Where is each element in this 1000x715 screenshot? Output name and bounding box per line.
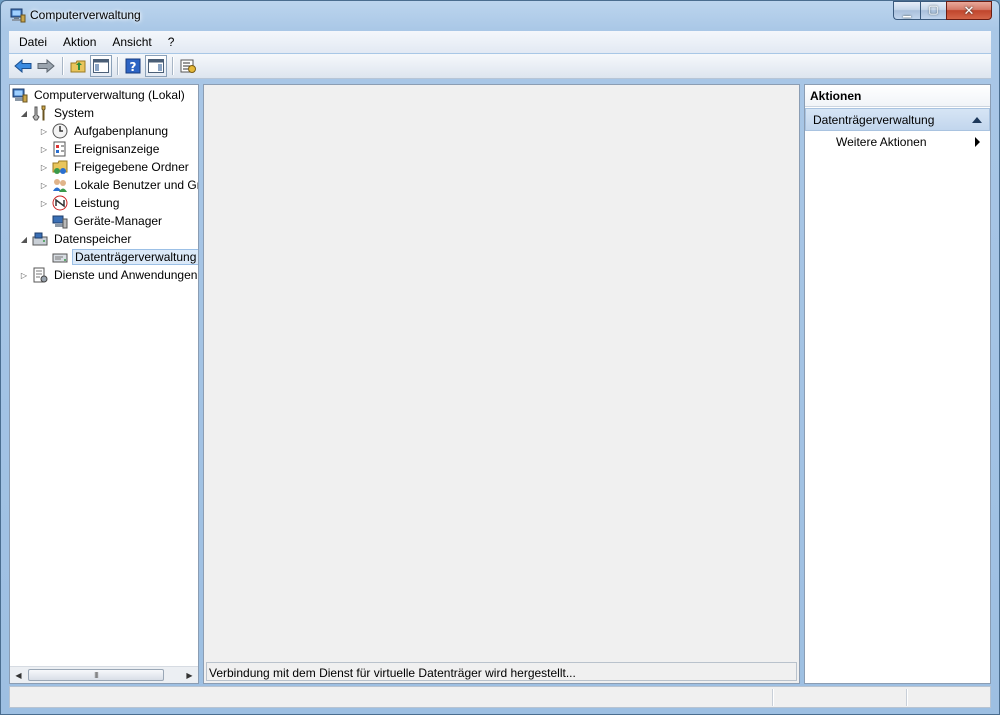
submenu-arrow-icon	[975, 137, 980, 147]
scrollbar-thumb[interactable]: III	[28, 669, 164, 681]
back-arrow-icon	[14, 59, 32, 73]
tree-node-lokale-benutzer[interactable]: ▷ Lokale Benutzer und Gruppen	[38, 176, 198, 194]
tree-node-label: Lokale Benutzer und Gruppen	[74, 178, 198, 192]
actions-header: Aktionen	[805, 85, 990, 107]
menu-bar: Datei Aktion Ansicht ?	[9, 31, 991, 53]
close-button[interactable]: ✕	[946, 1, 992, 20]
tree-node-geraete-manager[interactable]: Geräte-Manager	[52, 212, 164, 230]
collapse-icon[interactable]: ◢	[18, 107, 30, 119]
horizontal-scrollbar[interactable]: ◀ III ▶	[10, 666, 198, 683]
collapse-up-icon	[972, 116, 982, 123]
tree-node-aufgabenplanung[interactable]: ▷ Aufgabenplanung	[38, 122, 170, 140]
device-manager-icon	[52, 215, 68, 229]
expand-icon[interactable]: ▷	[38, 161, 50, 173]
disk-management-icon	[52, 253, 68, 263]
tree-node-root[interactable]: Computerverwaltung (Lokal)	[12, 86, 187, 104]
tree-node-label: Dienste und Anwendungen	[54, 268, 198, 282]
show-hide-console-tree-icon	[93, 59, 109, 73]
tree-node-datenspeicher[interactable]: ◢ Datenspeicher	[18, 230, 133, 248]
forward-button[interactable]	[35, 55, 57, 77]
tree-node-freigegebene-ordner[interactable]: ▷ Freigegebene Ordner	[38, 158, 191, 176]
system-tools-icon	[32, 105, 46, 121]
expand-icon[interactable]: ▷	[38, 125, 50, 137]
console-tree-toggle-button[interactable]	[90, 55, 112, 77]
tree-node-label: Freigegebene Ordner	[74, 160, 189, 174]
tree-node-label: Geräte-Manager	[74, 214, 163, 228]
actions-pane: Aktionen Datenträgerverwaltung Weitere A…	[804, 84, 991, 684]
users-icon	[53, 179, 67, 192]
forward-arrow-icon	[37, 59, 55, 73]
expand-icon[interactable]: ▷	[38, 179, 50, 191]
help-icon: ?	[125, 58, 141, 74]
scroll-left-button[interactable]: ◀	[10, 667, 27, 683]
window-title: Computerverwaltung	[30, 8, 141, 22]
menu-aktion[interactable]: Aktion	[55, 33, 104, 51]
tree-node-label: Aufgabenplanung	[74, 124, 169, 138]
shared-folder-icon	[52, 160, 68, 174]
up-folder-icon	[70, 60, 86, 73]
grip-icon: III	[94, 670, 99, 680]
help-button[interactable]: ?	[122, 55, 144, 77]
svg-text:?: ?	[130, 60, 137, 74]
menu-datei[interactable]: Datei	[11, 33, 55, 51]
tree-node-label: Computerverwaltung (Lokal)	[34, 88, 185, 102]
status-bar	[9, 686, 991, 708]
performance-icon	[52, 195, 68, 211]
tree-node-label: Datenspeicher	[54, 232, 132, 246]
expand-icon[interactable]: ▷	[18, 269, 30, 281]
collapse-icon[interactable]: ◢	[18, 233, 30, 245]
tree-node-leistung[interactable]: ▷ Leistung	[38, 194, 121, 212]
caption-buttons: ▁ ▢ ✕	[893, 1, 992, 20]
toolbar-separator	[62, 57, 63, 75]
title-bar[interactable]: Computerverwaltung ▁ ▢ ✕	[1, 1, 999, 30]
chevron-left-icon: ◀	[15, 670, 22, 680]
properties-icon	[180, 59, 196, 73]
actions-group-datentraegerverwaltung[interactable]: Datenträgerverwaltung	[805, 108, 990, 131]
back-button[interactable]	[12, 55, 34, 77]
tree-node-label: Leistung	[74, 196, 120, 210]
minimize-button[interactable]: ▁	[893, 1, 920, 20]
console-tree-pane: Computerverwaltung (Lokal) ◢ System ▷ Au…	[9, 84, 199, 684]
tree-node-label: Datenträgerverwaltung	[72, 249, 198, 265]
tree-node-dienste-und-anwendungen[interactable]: ▷ Dienste und Anwendungen	[18, 266, 198, 284]
tree-node-label: Ereignisanzeige	[74, 142, 160, 156]
computer-management-icon	[10, 8, 26, 23]
close-icon: ✕	[963, 3, 975, 18]
tree-node-label: System	[54, 106, 95, 120]
toolbar-separator	[117, 57, 118, 75]
status-bar-divider	[772, 689, 773, 706]
actions-group-label: Datenträgerverwaltung	[813, 112, 935, 127]
storage-icon	[32, 232, 48, 246]
menu-ansicht[interactable]: Ansicht	[104, 33, 159, 51]
result-pane: Verbindung mit dem Dienst für virtuelle …	[203, 84, 800, 684]
event-viewer-icon	[53, 141, 66, 157]
result-pane-status: Verbindung mit dem Dienst für virtuelle …	[206, 662, 797, 681]
scroll-right-button[interactable]: ▶	[181, 667, 198, 683]
toolbar-separator	[172, 57, 173, 75]
maximize-icon: ▢	[928, 4, 939, 16]
tree-node-ereignisanzeige[interactable]: ▷ Ereignisanzeige	[38, 140, 161, 158]
toolbar: ?	[9, 54, 991, 79]
tree-node-system[interactable]: ◢ System	[18, 104, 96, 122]
tree-node-datentraegerverwaltung[interactable]: Datenträgerverwaltung	[52, 248, 198, 266]
maximize-button[interactable]: ▢	[920, 1, 946, 20]
console-tree: Computerverwaltung (Lokal) ◢ System ▷ Au…	[10, 85, 198, 665]
properties-button[interactable]	[177, 55, 199, 77]
services-icon	[33, 267, 48, 283]
computer-management-window: Computerverwaltung ▁ ▢ ✕ Datei Aktion An…	[0, 0, 1000, 715]
action-label: Weitere Aktionen	[836, 135, 927, 149]
menu-help[interactable]: ?	[160, 33, 183, 51]
expand-icon[interactable]: ▷	[38, 197, 50, 209]
clock-icon	[52, 123, 68, 139]
show-hide-action-pane-icon	[148, 59, 164, 73]
action-pane-toggle-button[interactable]	[145, 55, 167, 77]
minimize-icon: ▁	[903, 7, 911, 18]
action-weitere-aktionen[interactable]: Weitere Aktionen	[805, 131, 990, 153]
expand-icon[interactable]: ▷	[38, 143, 50, 155]
chevron-right-icon: ▶	[186, 670, 193, 680]
status-bar-divider	[906, 689, 907, 706]
up-button[interactable]	[67, 55, 89, 77]
computer-management-icon	[12, 88, 28, 103]
